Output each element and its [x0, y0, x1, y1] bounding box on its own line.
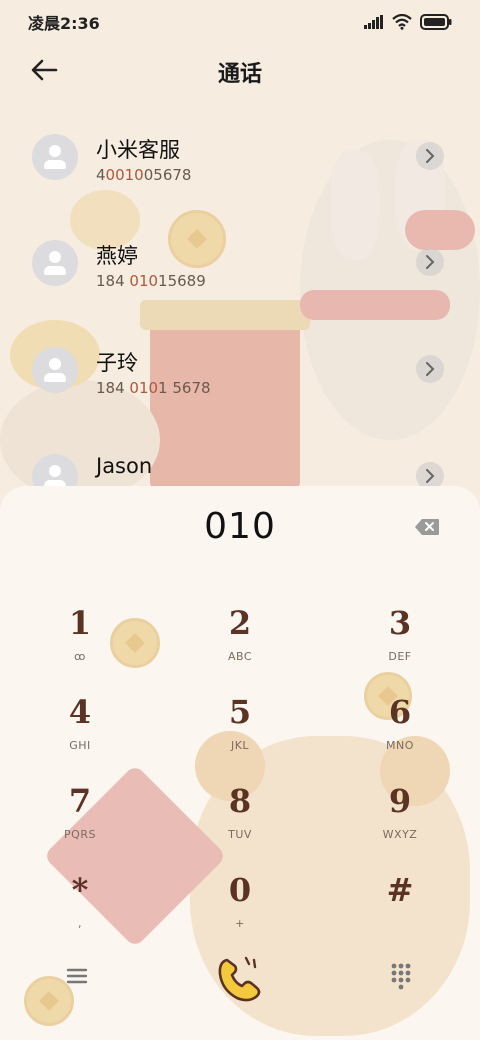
key-digit: 5 — [228, 693, 252, 731]
number-match: 010 — [129, 379, 159, 397]
signal-icon — [364, 15, 383, 29]
dialpad-panel: 010 1ꝏ 2 ABC 3 DEF 4 GHI 5 JKL 6 MNO 7 PQRS 8T… — [0, 486, 480, 1040]
status-time: 凌晨2:36 — [28, 14, 100, 33]
chevron-right-icon[interactable] — [416, 142, 444, 170]
contact-list: 小米客服 4001005678 燕婷 184 01015689 子玲 184 0… — [0, 110, 480, 490]
wifi-icon — [392, 14, 412, 30]
dial-key-3[interactable]: 3 DEF — [330, 598, 470, 678]
dial-key-4[interactable]: 4 GHI — [10, 687, 150, 767]
key-letters: ABC — [227, 650, 253, 663]
phone-icon[interactable] — [211, 950, 269, 1008]
number-match: 0010 — [105, 166, 144, 184]
dial-key-2[interactable]: 2 ABC — [170, 598, 310, 678]
number-part: 184 — [96, 379, 130, 397]
key-letters: MNO — [386, 739, 414, 752]
avatar — [32, 240, 78, 286]
contact-name: 燕婷 — [96, 244, 138, 268]
key-letters: TUV — [228, 828, 252, 841]
voicemail-icon: ꝏ — [74, 650, 86, 663]
dial-key-8[interactable]: 8 TUV — [170, 776, 310, 856]
dialer-bottom-bar — [0, 926, 480, 1026]
avatar — [32, 347, 78, 393]
chevron-right-icon[interactable] — [416, 248, 444, 276]
contact-name: Jason — [96, 454, 153, 478]
number-part: 15689 — [158, 272, 206, 290]
person-icon — [49, 251, 61, 263]
dial-key-5[interactable]: 5 JKL — [170, 687, 310, 767]
contact-number: 184 0101 5678 — [96, 379, 211, 397]
dial-key-7[interactable]: 7 PQRS — [10, 776, 150, 856]
contact-name: 子玲 — [96, 351, 138, 375]
list-item[interactable]: 燕婷 184 01015689 — [0, 216, 480, 316]
number-part: 1 5678 — [158, 379, 211, 397]
number-part: 184 — [96, 272, 130, 290]
key-digit: 7 — [68, 782, 92, 820]
dial-key-1[interactable]: 1ꝏ — [10, 598, 150, 678]
contact-number: 184 01015689 — [96, 272, 206, 290]
key-digit: 0 — [228, 871, 252, 909]
person-icon-body — [44, 266, 66, 275]
person-icon-body — [44, 160, 66, 169]
status-bar: 凌晨2:36 — [0, 0, 480, 44]
contact-name: 小米客服 — [96, 138, 180, 162]
key-digit: 6 — [388, 693, 412, 731]
menu-icon[interactable] — [62, 964, 92, 988]
list-item[interactable]: 子玲 184 0101 5678 — [0, 323, 480, 423]
key-digit: 8 — [228, 782, 252, 820]
key-digit: 4 — [68, 693, 92, 731]
person-icon — [49, 358, 61, 370]
key-digit: 2 — [228, 604, 252, 642]
header: 通话 — [0, 44, 480, 96]
number-match: 010 — [129, 272, 159, 290]
dialpad-icon[interactable] — [386, 960, 416, 990]
key-letters: DEF — [388, 650, 412, 663]
page-title: 通话 — [217, 62, 262, 87]
number-part: 4 — [96, 166, 106, 184]
chevron-right-icon[interactable] — [416, 355, 444, 383]
key-letters: GHI — [69, 739, 91, 752]
list-item[interactable]: 小米客服 4001005678 — [0, 110, 480, 210]
list-item[interactable]: Jason — [0, 430, 480, 490]
backspace-icon[interactable] — [414, 518, 440, 536]
key-digit: 1 — [68, 604, 92, 642]
key-letters: WXYZ — [382, 828, 418, 841]
contact-number: 4001005678 — [96, 166, 191, 184]
dial-key-9[interactable]: 9 WXYZ — [330, 776, 470, 856]
key-digit: # — [386, 871, 414, 909]
person-icon — [49, 465, 61, 477]
battery-icon — [420, 14, 452, 30]
person-icon — [49, 145, 61, 157]
number-part: 05678 — [143, 166, 192, 184]
key-letters: JKL — [230, 739, 250, 752]
dial-key-6[interactable]: 6 MNO — [330, 687, 470, 767]
dialed-number: 010 — [204, 506, 276, 547]
key-letters: PQRS — [64, 828, 96, 841]
person-icon-body — [44, 373, 66, 382]
avatar — [32, 134, 78, 180]
avatar — [32, 454, 78, 490]
key-digit: 3 — [388, 604, 412, 642]
key-digit: * — [71, 871, 89, 909]
key-digit: 9 — [388, 782, 412, 820]
